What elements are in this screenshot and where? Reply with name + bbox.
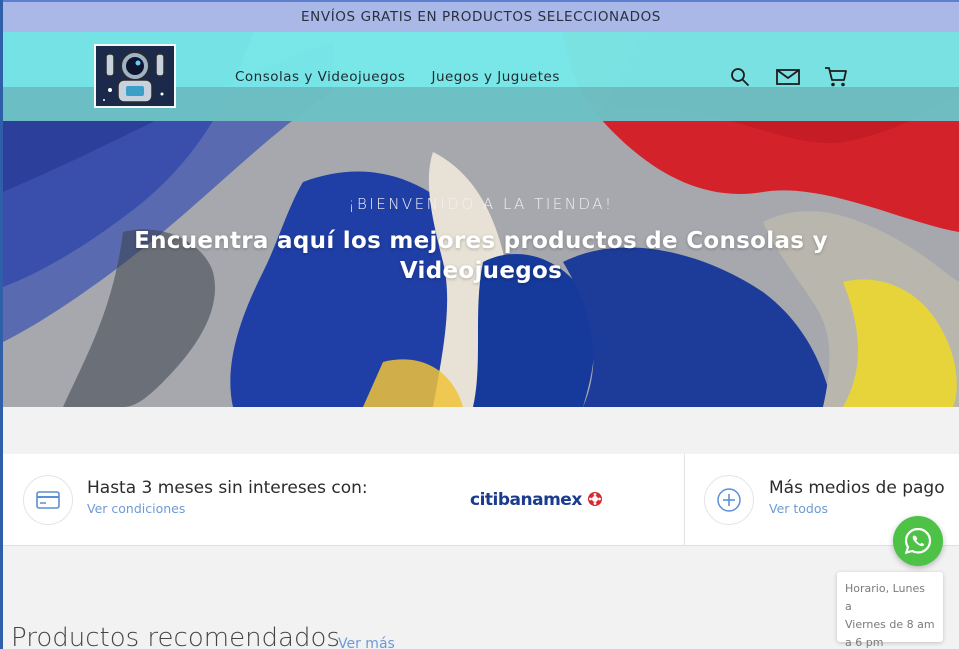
whatsapp-button[interactable]: [893, 516, 943, 566]
nav-item-juegos-juguetes[interactable]: Juegos y Juguetes: [431, 69, 559, 85]
whatsapp-icon: [904, 527, 932, 555]
credit-card-icon: [23, 475, 73, 525]
section-see-more-link[interactable]: Ver más: [338, 636, 395, 649]
hero-banner: Consolas y Videojuegos Juegos y Juguetes…: [3, 32, 959, 407]
hero-title-line-2: Videojuegos: [399, 258, 563, 284]
main-nav: Consolas y Videojuegos Juegos y Juguetes: [235, 69, 560, 85]
astronaut-logo-icon: [96, 46, 174, 106]
add-circle-icon: [704, 475, 754, 525]
site-header: Consolas y Videojuegos Juegos y Juguetes: [3, 32, 959, 121]
mail-icon[interactable]: [776, 65, 800, 89]
tooltip-line-3: a 6 pm: [845, 636, 884, 649]
tooltip-line-1: Horario, Lunes a: [845, 582, 925, 613]
payment-divider: [684, 454, 685, 546]
hero-kicker: ¡BIENVENIDO A LA TIENDA!: [348, 195, 614, 213]
hero-title: Encuentra aquí los mejores productos de …: [3, 226, 959, 286]
announcement-bar: ENVÍOS GRATIS EN PRODUCTOS SELECCIONADOS: [3, 0, 959, 32]
tooltip-line-2: Viernes de 8 am: [845, 618, 935, 631]
hero-title-line-1: Encuentra aquí los mejores productos de …: [134, 228, 828, 254]
installments-title: Hasta 3 meses sin intereses con:: [87, 478, 368, 498]
more-payment-title: Más medios de pago: [769, 478, 945, 498]
banamex-flower-icon: [588, 492, 603, 506]
announcement-text: ENVÍOS GRATIS EN PRODUCTOS SELECCIONADOS: [301, 9, 661, 25]
section-title: Productos recomendados: [11, 623, 340, 649]
more-payment-link[interactable]: Ver todos: [769, 501, 828, 516]
nav-item-consolas-videojuegos[interactable]: Consolas y Videojuegos: [235, 69, 405, 85]
cart-icon[interactable]: [824, 65, 848, 89]
whatsapp-hours-tooltip: Horario, Lunes a Viernes de 8 am a 6 pm: [837, 572, 943, 649]
bank-logo-text: citibanamex: [470, 490, 582, 510]
installments-conditions-link[interactable]: Ver condiciones: [87, 501, 185, 516]
header-actions: [728, 65, 848, 89]
store-logo[interactable]: [94, 44, 176, 108]
payment-info-strip: Hasta 3 meses sin intereses con: Ver con…: [3, 454, 959, 546]
search-icon[interactable]: [728, 65, 752, 89]
citibanamex-logo: citibanamex: [470, 490, 603, 510]
